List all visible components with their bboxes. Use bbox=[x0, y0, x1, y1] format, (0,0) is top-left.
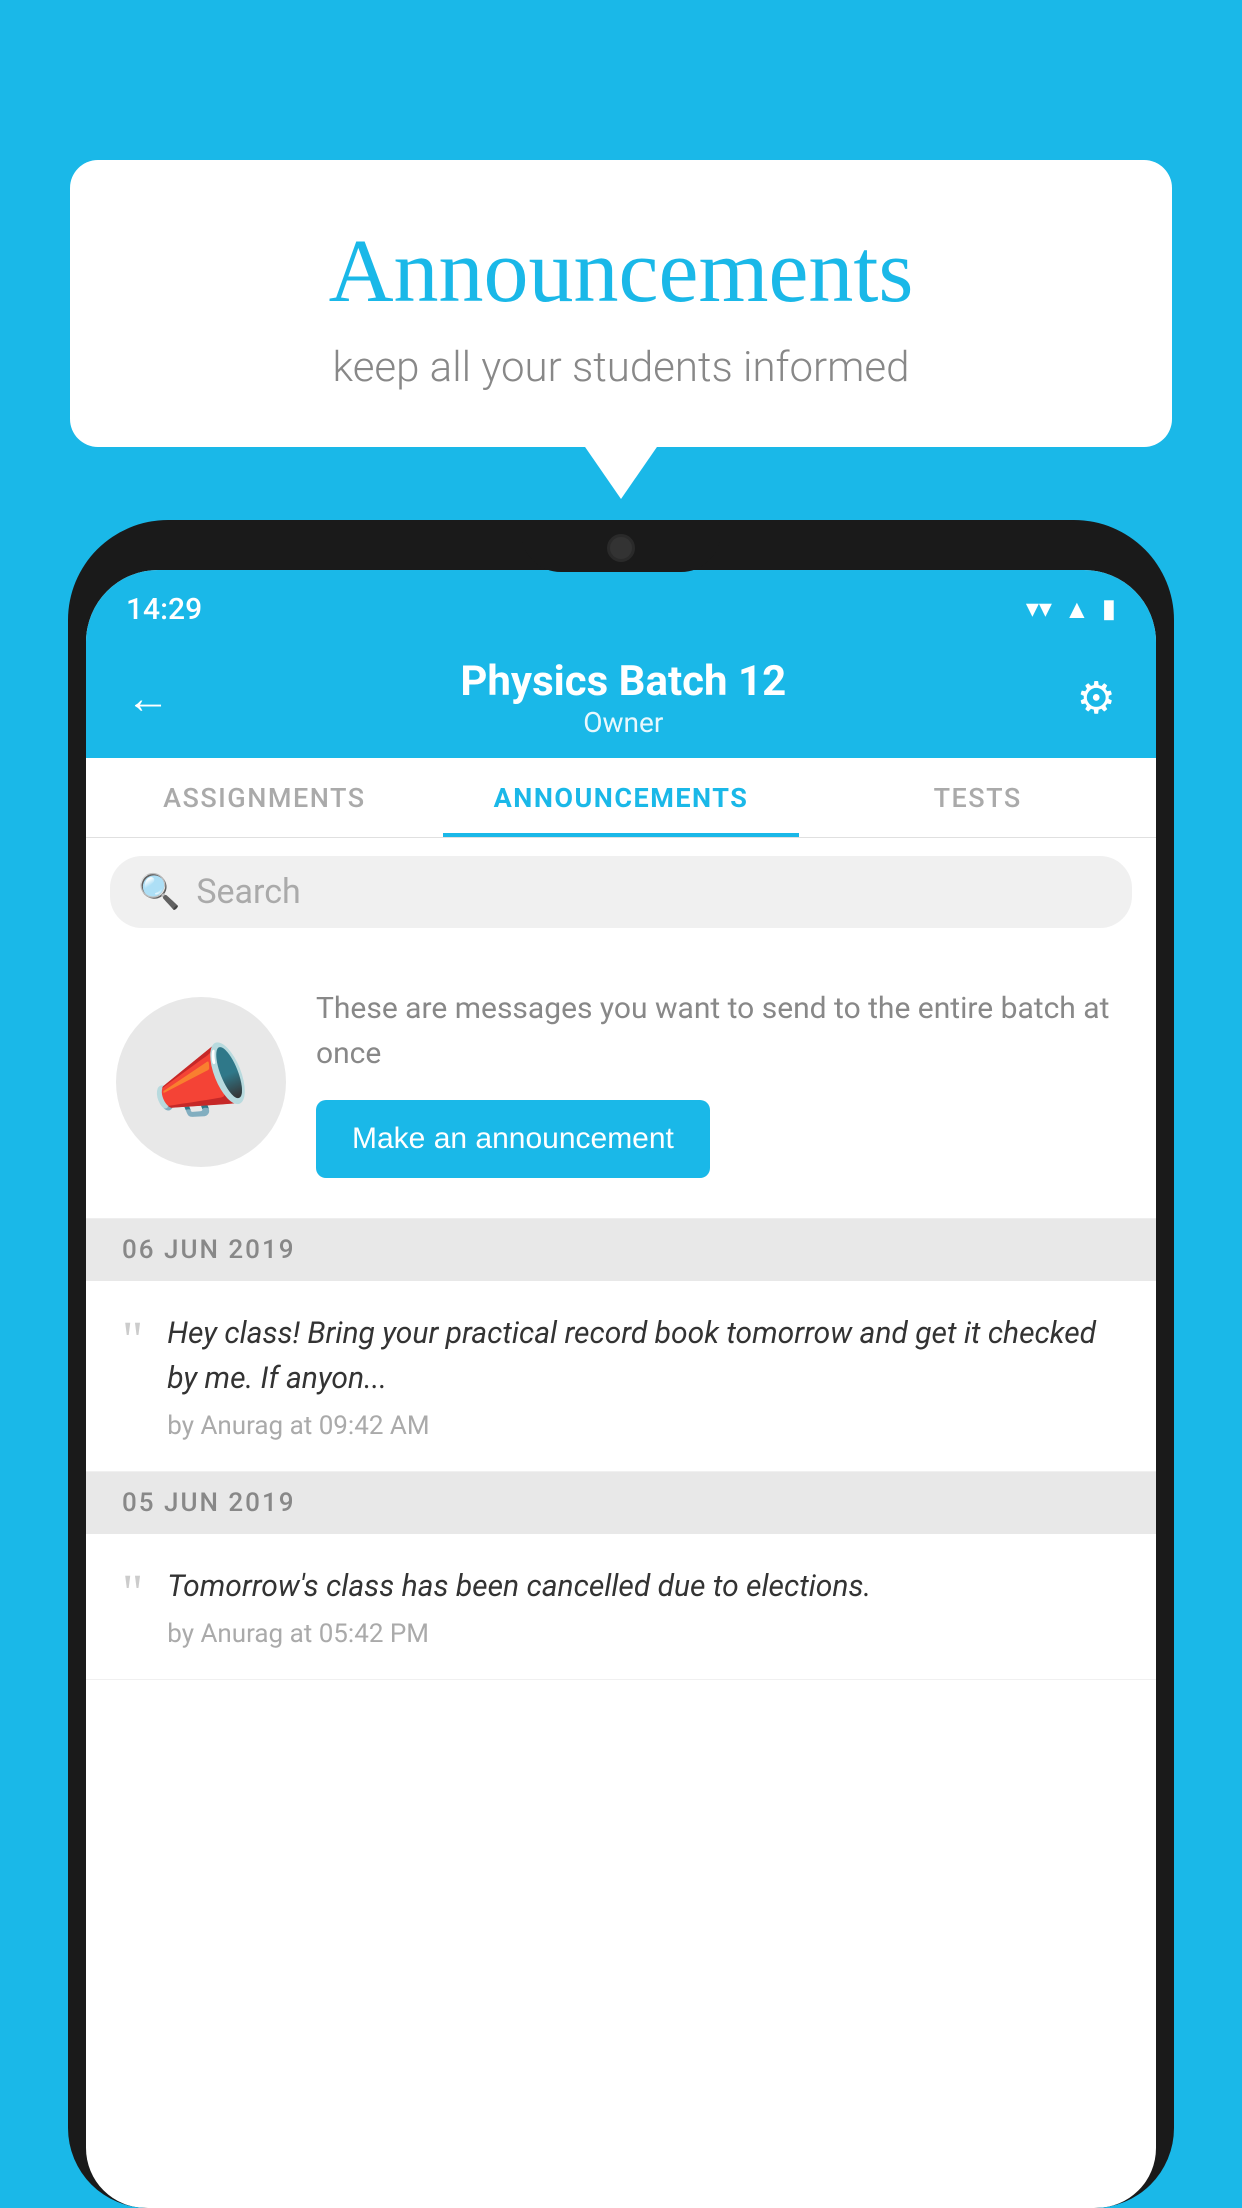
phone-screen: 14:29 ▾▾ ▲ ▮ ← Physics Batch 12 Owner ⚙ … bbox=[86, 570, 1156, 2208]
status-icons: ▾▾ ▲ ▮ bbox=[1026, 594, 1116, 625]
announcement-item-2[interactable]: " Tomorrow's class has been cancelled du… bbox=[86, 1534, 1156, 1680]
wifi-icon: ▾▾ bbox=[1026, 594, 1052, 624]
date-separator-2: 05 JUN 2019 bbox=[86, 1472, 1156, 1534]
header-subtitle: Owner bbox=[170, 706, 1077, 739]
header-title: Physics Batch 12 bbox=[170, 657, 1077, 706]
app-header: ← Physics Batch 12 Owner ⚙ bbox=[86, 638, 1156, 758]
search-bar-wrap: 🔍 Search bbox=[86, 838, 1156, 946]
make-announcement-button[interactable]: Make an announcement bbox=[316, 1100, 710, 1178]
phone-notch bbox=[521, 520, 721, 572]
announcements-subtitle: keep all your students informed bbox=[150, 343, 1092, 392]
announcements-title: Announcements bbox=[150, 220, 1092, 323]
quote-icon-1: " bbox=[122, 1315, 143, 1367]
announcement-text-2: Tomorrow's class has been cancelled due … bbox=[167, 1564, 1120, 1609]
phone-camera bbox=[607, 534, 635, 562]
signal-icon: ▲ bbox=[1064, 594, 1090, 625]
date-separator-1: 06 JUN 2019 bbox=[86, 1219, 1156, 1281]
status-time: 14:29 bbox=[126, 592, 202, 627]
quote-icon-2: " bbox=[122, 1568, 143, 1620]
promo-card: 📣 These are messages you want to send to… bbox=[86, 946, 1156, 1219]
search-placeholder: Search bbox=[196, 872, 300, 912]
content-area: 🔍 Search 📣 These are messages you want t… bbox=[86, 838, 1156, 1680]
tab-tests[interactable]: TESTS bbox=[799, 758, 1156, 837]
announcement-text-block-1: Hey class! Bring your practical record b… bbox=[167, 1311, 1120, 1441]
promo-icon-circle: 📣 bbox=[116, 997, 286, 1167]
tab-assignments[interactable]: ASSIGNMENTS bbox=[86, 758, 443, 837]
status-bar: 14:29 ▾▾ ▲ ▮ bbox=[86, 570, 1156, 638]
promo-description: These are messages you want to send to t… bbox=[316, 986, 1126, 1076]
megaphone-icon: 📣 bbox=[151, 1035, 251, 1129]
date-text-2: 05 JUN 2019 bbox=[122, 1488, 296, 1518]
search-icon: 🔍 bbox=[138, 872, 180, 912]
announcement-text-block-2: Tomorrow's class has been cancelled due … bbox=[167, 1564, 1120, 1649]
battery-icon: ▮ bbox=[1102, 594, 1116, 624]
tabs-bar: ASSIGNMENTS ANNOUNCEMENTS TESTS bbox=[86, 758, 1156, 838]
settings-button[interactable]: ⚙ bbox=[1077, 672, 1116, 724]
phone-frame: 14:29 ▾▾ ▲ ▮ ← Physics Batch 12 Owner ⚙ … bbox=[68, 520, 1174, 2208]
header-center: Physics Batch 12 Owner bbox=[170, 657, 1077, 739]
speech-bubble-card: Announcements keep all your students inf… bbox=[70, 160, 1172, 447]
announcement-meta-1: by Anurag at 09:42 AM bbox=[167, 1411, 1120, 1441]
promo-content: These are messages you want to send to t… bbox=[316, 986, 1126, 1178]
search-bar[interactable]: 🔍 Search bbox=[110, 856, 1132, 928]
announcement-text-1: Hey class! Bring your practical record b… bbox=[167, 1311, 1120, 1401]
date-text-1: 06 JUN 2019 bbox=[122, 1235, 296, 1265]
announcement-item-1[interactable]: " Hey class! Bring your practical record… bbox=[86, 1281, 1156, 1472]
back-button[interactable]: ← bbox=[126, 672, 170, 724]
announcement-meta-2: by Anurag at 05:42 PM bbox=[167, 1619, 1120, 1649]
tab-announcements[interactable]: ANNOUNCEMENTS bbox=[443, 758, 800, 837]
